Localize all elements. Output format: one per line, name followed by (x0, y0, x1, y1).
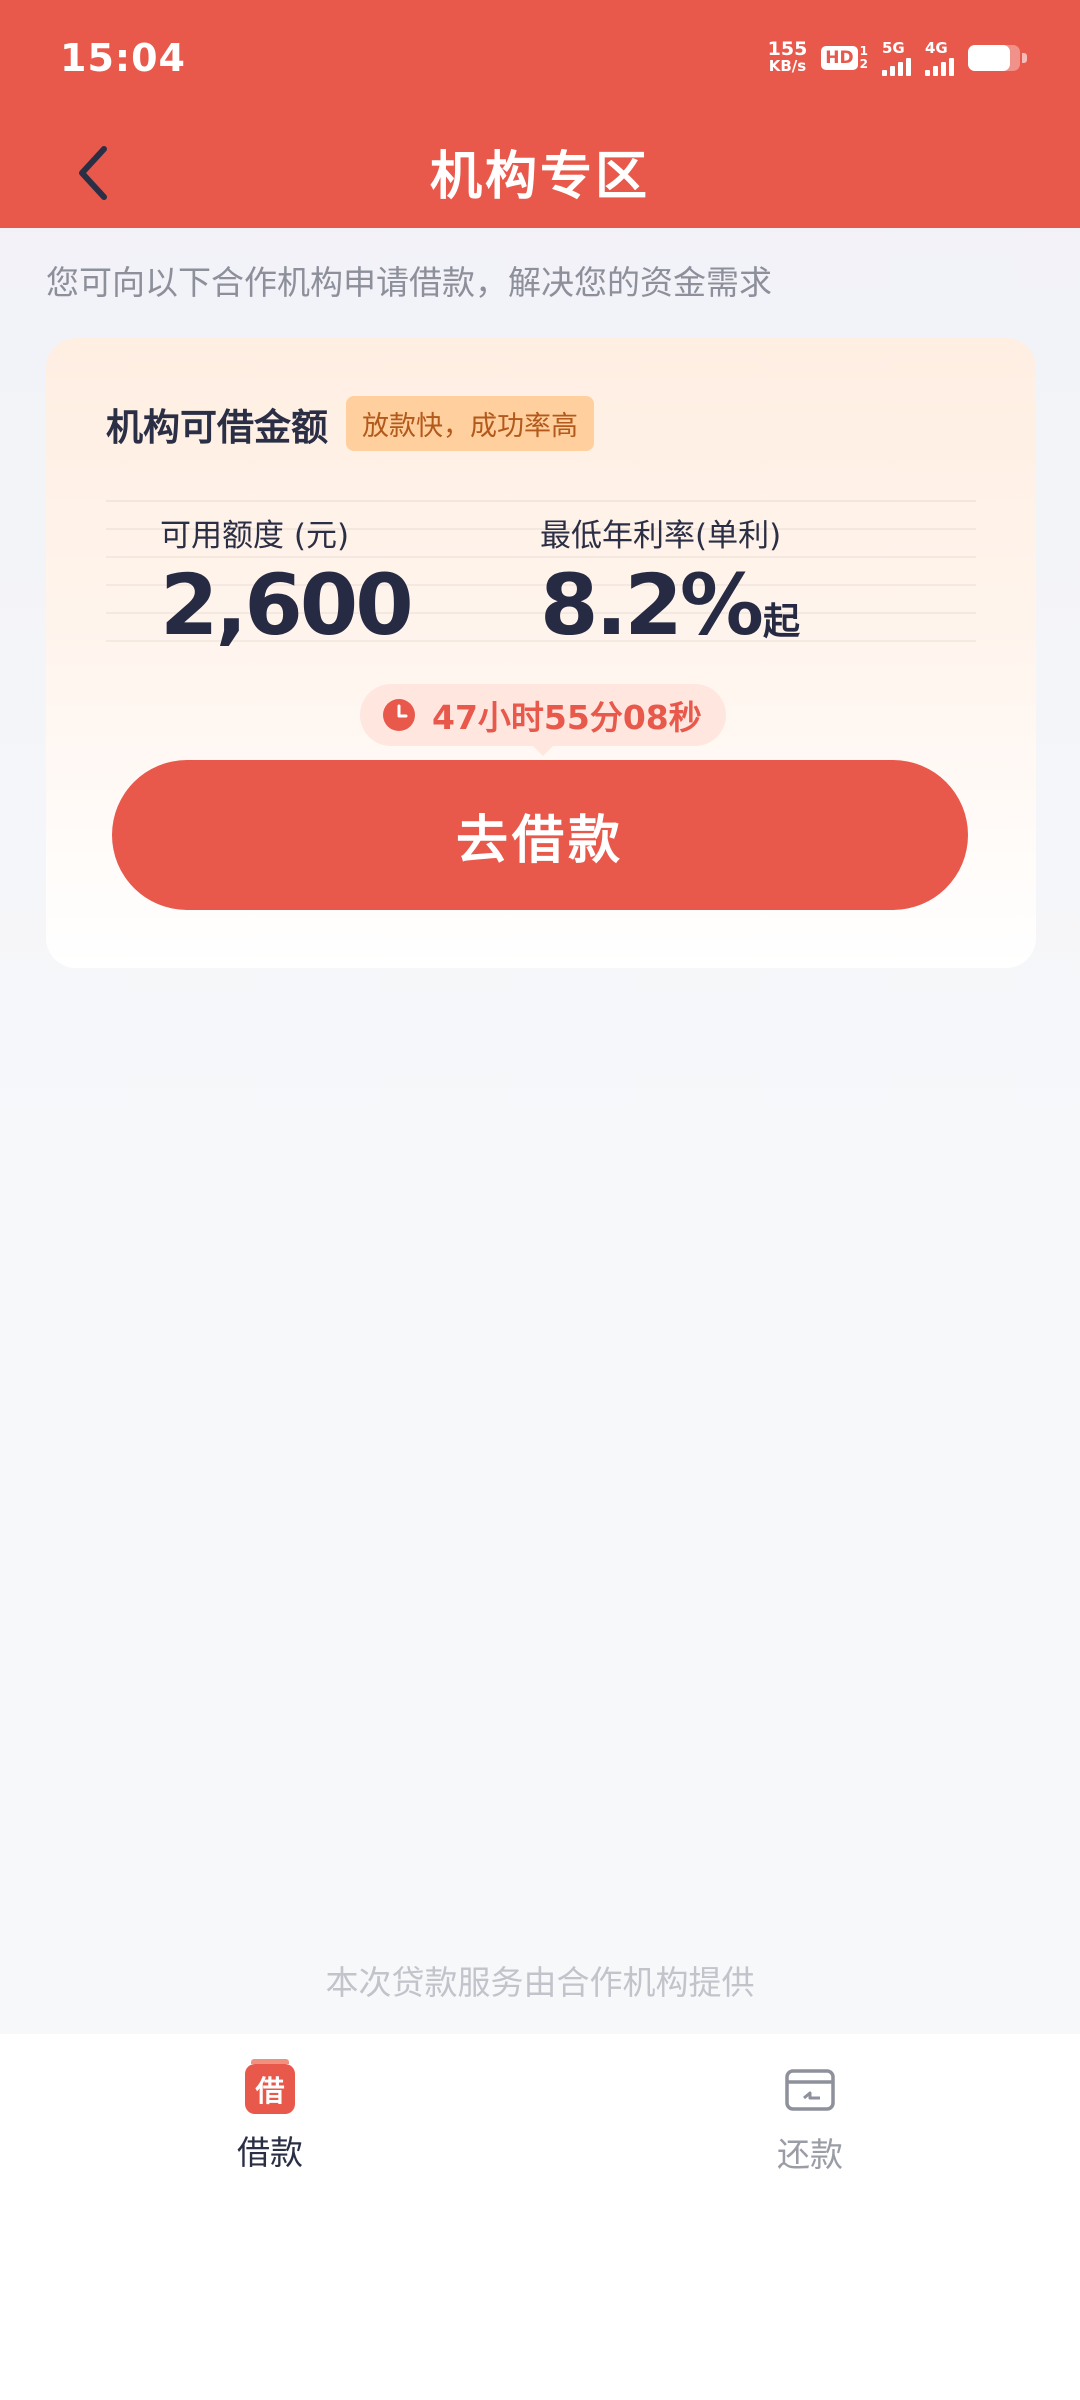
card-tag: 放款快，成功率高 (346, 396, 594, 451)
signal-4g-bars (925, 56, 954, 76)
service-provider-note: 本次贷款服务由合作机构提供 (325, 1963, 755, 2002)
interest-rate-number: 8.2% (540, 556, 764, 654)
status-time: 15:04 (60, 36, 186, 80)
network-speed-value: 155 (767, 38, 808, 60)
signal-4g-icon: 4G (925, 38, 954, 76)
tab-repay[interactable]: 还款 (710, 2064, 910, 2176)
network-speed-unit: KB/s (768, 57, 807, 75)
lender-card: 机构可借金额 放款快，成功率高 可用额度 (元) 2,600 最低年利率(单利)… (46, 338, 1036, 968)
credit-limit-stat: 可用额度 (元) 2,600 (160, 510, 414, 654)
borrow-now-button[interactable]: 去借款 (112, 760, 968, 910)
hd-voice-icon: HD 1 2 (821, 45, 868, 71)
credit-limit-number: 2,600 (160, 556, 414, 654)
tab-borrow-label: 借款 (237, 2133, 303, 2172)
countdown-text: 47小时55分08秒 (432, 698, 702, 737)
repay-card-icon (785, 2069, 835, 2111)
header: 15:04 155 KB/s HD 1 2 5G 4G 机构专区 (0, 0, 1080, 228)
status-icons: 155 KB/s HD 1 2 5G 4G (767, 38, 1027, 78)
interest-rate-label: 最低年利率(单利) (540, 518, 782, 554)
battery-tip (1022, 53, 1027, 63)
page-subtitle: 您可向以下合作机构申请借款，解决您的资金需求 (46, 263, 772, 302)
card-header: 机构可借金额 放款快，成功率高 (106, 396, 594, 451)
tab-borrow[interactable]: 借 借款 (170, 2059, 370, 2174)
credit-limit-label: 可用额度 (元) (160, 518, 350, 554)
tab-repay-label: 还款 (777, 2135, 843, 2174)
signal-5g-bars (882, 56, 911, 76)
bottom-tab-bar: 借 借款 还款 (0, 2034, 1080, 2400)
borrow-icon-text: 借 (255, 2074, 285, 2108)
signal-5g-label: 5G (882, 38, 905, 57)
interest-rate-value: 8.2%起 (540, 559, 800, 668)
credit-limit-value: 2,600 (160, 556, 414, 654)
hd-label: HD (821, 46, 858, 70)
battery-fill (968, 45, 1010, 71)
battery-icon (968, 45, 1027, 71)
interest-rate-stat: 最低年利率(单利) 8.2%起 (540, 510, 800, 668)
hd-sub: 1 2 (860, 45, 868, 71)
page: 15:04 155 KB/s HD 1 2 5G 4G 机构专区 您可向以下合作… (0, 0, 1080, 2400)
signal-4g-label: 4G (925, 38, 948, 57)
clock-icon (383, 699, 415, 731)
signal-5g-icon: 5G (882, 38, 911, 76)
interest-rate-suffix: 起 (762, 600, 800, 643)
nav-bar: 机构专区 (0, 120, 1080, 228)
borrow-icon: 借 (245, 2059, 295, 2114)
status-bar: 15:04 155 KB/s HD 1 2 5G 4G (0, 0, 1080, 120)
hd-sub-bottom: 2 (859, 57, 868, 71)
page-title: 机构专区 (429, 147, 650, 207)
card-title: 机构可借金额 (106, 405, 328, 449)
network-speed: 155 KB/s (767, 38, 808, 75)
countdown-badge: 47小时55分08秒 (360, 684, 726, 756)
